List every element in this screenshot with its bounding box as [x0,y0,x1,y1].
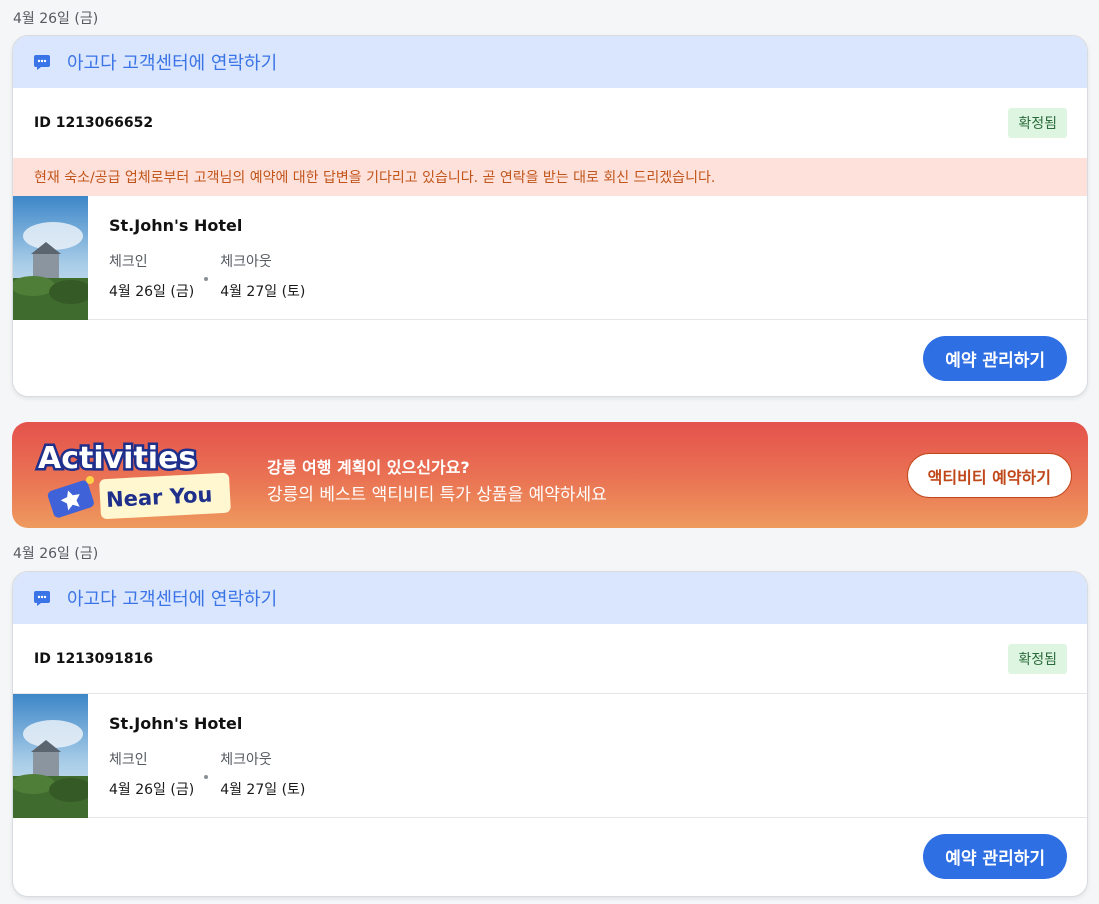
activities-near-you-logo: Activities Near You [36,439,231,520]
chat-bubble-icon [34,591,50,606]
date-separator-dot [204,775,209,779]
svg-text:Activities: Activities [38,441,196,476]
hotel-name: St.John's Hotel [109,714,243,733]
checkout-block: 체크아웃 4월 27일 (토) [220,749,305,799]
bookings-page: 4월 26일 (금) 아고다 고객센터에 연락하기 ID 1213066652 … [0,0,1099,904]
hotel-thumbnail [13,694,88,818]
hotel-info: St.John's Hotel 체크인 4월 26일 (금) 체크아웃 4월 2… [88,694,305,817]
book-activities-button[interactable]: 액티비티 예약하기 [906,453,1072,498]
hotel-thumbnail [13,196,88,320]
pending-notice: 현재 숙소/공급 업체로부터 고객님의 예약에 대한 답변을 기다리고 있습니다… [13,158,1087,196]
checkin-label: 체크인 [109,254,148,270]
manage-booking-button[interactable]: 예약 관리하기 [923,833,1067,879]
chat-bubble-icon [34,55,50,70]
checkout-block: 체크아웃 4월 27일 (토) [220,251,305,301]
activities-banner[interactable]: Activities Near You 강릉 여행 계획이 있으신가요? 강릉의… [12,422,1088,528]
booking-date-label: 4월 26일 (금) [13,11,99,27]
hotel-row[interactable]: St.John's Hotel 체크인 4월 26일 (금) 체크아웃 4월 2… [13,196,1087,320]
booking-id: ID 1213066652 [34,115,154,131]
action-row: 예약 관리하기 [13,320,1087,396]
booking-id-row: ID 1213091816 확정됨 [13,624,1087,694]
checkin-block: 체크인 4월 26일 (금) [109,251,194,301]
checkout-date: 4월 27일 (토) [220,782,306,798]
hotel-info: St.John's Hotel 체크인 4월 26일 (금) 체크아웃 4월 2… [88,196,305,319]
stay-dates: 체크인 4월 26일 (금) 체크아웃 4월 27일 (토) [109,749,305,799]
contact-header[interactable]: 아고다 고객센터에 연락하기 [13,572,1087,624]
booking-card: 아고다 고객센터에 연락하기 ID 1213091816 확정됨 St.John… [12,571,1088,897]
booking-date-label: 4월 26일 (금) [13,546,99,562]
contact-header[interactable]: 아고다 고객센터에 연락하기 [13,36,1087,88]
contact-support-link[interactable]: 아고다 고객센터에 연락하기 [67,49,277,75]
checkin-label: 체크인 [109,752,148,768]
hotel-name: St.John's Hotel [109,216,243,235]
status-badge: 확정됨 [1008,643,1067,674]
date-separator-dot [204,277,209,281]
booking-id-row: ID 1213066652 확정됨 [13,88,1087,158]
booking-id: ID 1213091816 [34,650,154,667]
banner-title: 강릉 여행 계획이 있으신가요? [267,458,470,477]
banner-text: 강릉 여행 계획이 있으신가요? 강릉의 베스트 액티비티 특가 상품을 예약하… [267,454,607,505]
action-row: 예약 관리하기 [13,818,1087,894]
checkout-label: 체크아웃 [220,254,272,270]
hotel-row[interactable]: St.John's Hotel 체크인 4월 26일 (금) 체크아웃 4월 2… [13,694,1087,818]
stay-dates: 체크인 4월 26일 (금) 체크아웃 4월 27일 (토) [109,251,305,301]
checkin-block: 체크인 4월 26일 (금) [109,749,194,799]
checkin-date: 4월 26일 (금) [109,782,195,798]
manage-booking-button[interactable]: 예약 관리하기 [923,335,1067,381]
banner-subtitle: 강릉의 베스트 액티비티 특가 상품을 예약하세요 [267,485,607,505]
checkout-date: 4월 27일 (토) [220,284,306,300]
status-badge: 확정됨 [1008,108,1067,138]
checkout-label: 체크아웃 [220,752,272,768]
booking-card: 아고다 고객센터에 연락하기 ID 1213066652 확정됨 현재 숙소/공… [12,35,1088,397]
checkin-date: 4월 26일 (금) [109,284,195,300]
contact-support-link[interactable]: 아고다 고객센터에 연락하기 [67,585,277,611]
